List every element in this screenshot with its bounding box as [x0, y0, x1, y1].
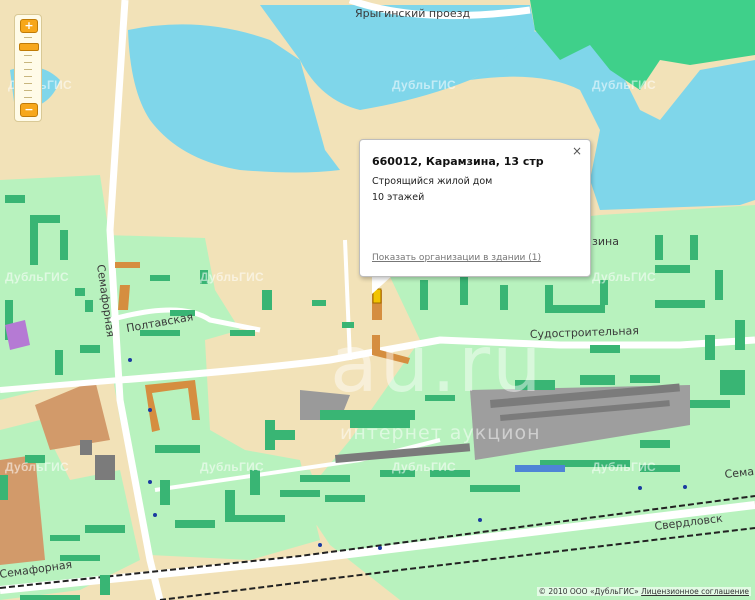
watermark-dublgis: ДубльГИС — [592, 78, 656, 92]
zoom-slider-knob[interactable] — [19, 43, 39, 51]
zoom-tick — [24, 97, 32, 98]
copyright-text: © 2010 ООО «ДубльГИС» — [538, 587, 639, 596]
watermark-dublgis: ДубльГИС — [200, 270, 264, 284]
popup-description: Строящийся жилой дом — [372, 176, 493, 187]
zoom-tick — [24, 83, 32, 84]
zoom-tick — [24, 69, 32, 70]
watermark-dublgis: ДубльГИС — [5, 460, 69, 474]
watermark-dublgis: ДубльГИС — [392, 78, 456, 92]
watermark-dublgis: ДубльГИС — [392, 460, 456, 474]
popup-address-title: 660012, Карамзина, 13 стр — [372, 155, 544, 168]
street-label-karamzina-fragment: зина — [592, 235, 619, 248]
watermark-dublgis: ДубльГИС — [592, 460, 656, 474]
zoom-control: + − — [14, 14, 42, 122]
show-organizations-link[interactable]: Показать организации в здании (1) — [372, 253, 541, 263]
map-canvas[interactable]: Ярыгинский проезд Семафорная Полтавская … — [0, 0, 755, 600]
blue-building — [515, 465, 565, 472]
zoom-out-button[interactable]: − — [20, 103, 38, 117]
copyright-bar: © 2010 ООО «ДубльГИС» Лицензионное согла… — [536, 587, 751, 596]
popup-floors: 10 этажей — [372, 192, 425, 203]
watermark-dublgis: ДубльГИС — [5, 270, 69, 284]
zoom-tick — [24, 55, 32, 56]
watermark-dublgis: ДубльГИС — [200, 460, 264, 474]
au-watermark-subtitle: интернет аукцион — [340, 422, 541, 444]
license-agreement-link[interactable]: Лицензионное соглашение — [641, 587, 749, 596]
zoom-tick — [24, 90, 32, 91]
close-icon[interactable]: × — [572, 144, 582, 158]
zoom-in-button[interactable]: + — [20, 19, 38, 33]
popup-pointer — [372, 274, 394, 294]
au-watermark: au.ru — [330, 320, 544, 410]
building-info-popup: 660012, Карамзина, 13 стр × Строящийся ж… — [359, 139, 591, 277]
zoom-tick — [24, 76, 32, 77]
zoom-tick — [24, 62, 32, 63]
street-label-yaryginsky: Ярыгинский проезд — [355, 7, 470, 20]
zoom-tick — [24, 37, 32, 38]
watermark-dublgis: ДубльГИС — [592, 270, 656, 284]
